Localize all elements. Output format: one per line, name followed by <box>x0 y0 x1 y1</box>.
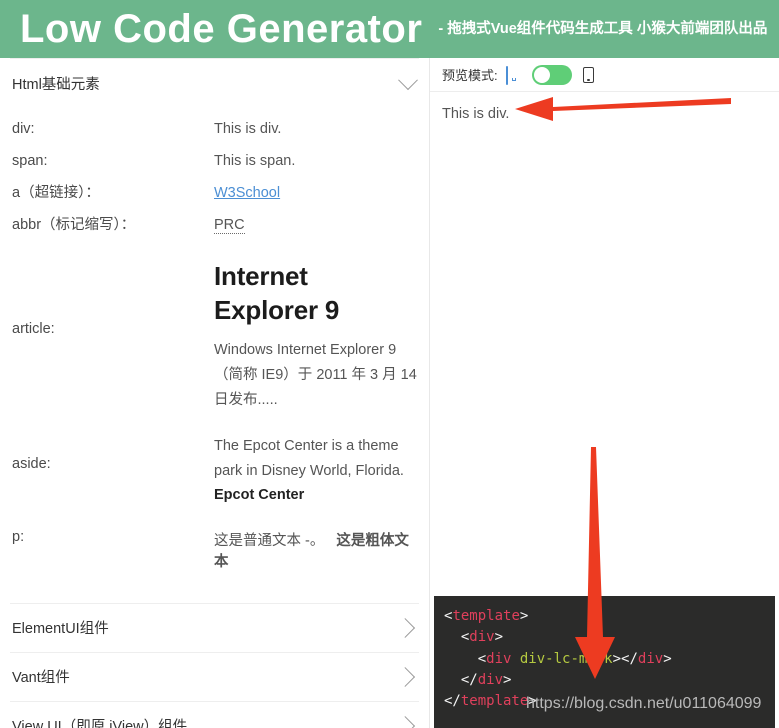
table-row: aside: The Epcot Center is a theme park … <box>0 434 429 506</box>
row-label-div: div: <box>12 121 35 137</box>
article-body: Windows Internet Explorer 9（简称 IE9）于 201… <box>214 341 417 408</box>
watermark-url: https://blog.csdn.net/u011064099 <box>526 695 762 712</box>
accordion-header-html-basics[interactable]: Html基础元素 <box>0 59 429 107</box>
preview-mode-toolbar: 预览模式: <box>430 58 779 92</box>
preview-canvas[interactable]: This is div. <box>430 92 779 136</box>
row-label-span: span: <box>12 153 48 169</box>
preview-mode-toggle[interactable] <box>531 64 572 85</box>
table-row: article: Internet Explorer 9 Windows Int… <box>0 259 429 412</box>
code-line: </div> <box>460 671 512 688</box>
chevron-right-icon[interactable] <box>395 715 416 728</box>
accordion-label-vant: Vant组件 <box>12 670 70 687</box>
aside-bold-text: Epcot Center <box>214 486 305 503</box>
row-label-article: article: <box>12 321 55 337</box>
app-header: Low Code Generator - 拖拽式Vue组件代码生成工具 小猴大前… <box>0 0 779 58</box>
page-subtitle: - 拖拽式Vue组件代码生成工具 小猴大前端团队出品 <box>438 20 768 37</box>
row-value-aside: The Epcot Center is a theme park in Disn… <box>214 434 417 506</box>
chevron-down-icon[interactable] <box>398 70 418 91</box>
table-row: div: This is div. <box>0 113 429 145</box>
row-label-anchor: a（超链接）： <box>12 185 100 201</box>
html-basics-rows: div: This is div. span: This is span. a（… <box>0 107 429 581</box>
row-value-div: This is div. <box>214 121 282 137</box>
chevron-right-icon[interactable] <box>395 617 416 638</box>
code-line: <template> <box>444 608 529 624</box>
row-value-span: This is span. <box>214 153 296 169</box>
table-row: p: 这是普通文本 -。 这是粗体文本 <box>0 529 429 571</box>
component-library-panel: Html基础元素 div: This is div. span: This is… <box>0 58 430 728</box>
mobile-icon[interactable] <box>582 66 594 83</box>
row-value-article: Internet Explorer 9 Windows Internet Exp… <box>214 259 417 412</box>
app-root: Low Code Generator - 拖拽式Vue组件代码生成工具 小猴大前… <box>0 0 779 728</box>
table-row: span: This is span. <box>0 145 429 177</box>
w3school-link[interactable]: W3School <box>214 185 280 201</box>
abbr-text: PRC <box>214 217 245 234</box>
aside-body: The Epcot Center is a theme park in Disn… <box>214 438 404 479</box>
preview-mode-label: 预览模式: <box>442 68 498 83</box>
row-label-abbr: abbr（标记缩写）： <box>12 217 136 233</box>
monitor-icon[interactable] <box>505 66 523 85</box>
row-value-p: 这是普通文本 -。 这是粗体文本 <box>214 529 417 571</box>
code-line: <div div-lc-mark></div> <box>477 650 672 667</box>
row-value-anchor: W3School <box>214 177 417 209</box>
monitor-stand <box>511 78 516 81</box>
chevron-right-icon[interactable] <box>395 666 416 687</box>
row-label-aside: aside: <box>12 456 51 473</box>
article-heading: Internet Explorer 9 <box>214 261 340 326</box>
accordion-label-viewui: View UI（即原 iView）组件 <box>12 719 188 728</box>
code-line: <div> <box>460 629 504 646</box>
page-title: Low Code Generator <box>20 7 423 51</box>
accordion-header-vant[interactable]: Vant组件 <box>0 653 429 701</box>
monitor-screen <box>505 66 508 85</box>
accordion-label-html-basics: Html基础元素 <box>12 76 100 93</box>
accordion-header-viewui[interactable]: View UI（即原 iView）组件 <box>0 702 429 728</box>
p-normal-text: 这是普通文本 -。 <box>214 532 325 549</box>
table-row: a（超链接）： W3School <box>0 177 429 209</box>
row-label-p: p: <box>12 528 25 545</box>
table-row: abbr（标记缩写）： PRC <box>0 209 429 241</box>
toggle-knob <box>533 66 550 83</box>
preview-div-text: This is div. <box>442 106 510 122</box>
row-value-abbr: PRC <box>214 209 417 241</box>
accordion-label-elementui: ElementUI组件 <box>12 621 109 638</box>
accordion-header-elementui[interactable]: ElementUI组件 <box>0 604 429 652</box>
preview-panel: 预览模式: This is div. <template> <div> <div… <box>430 58 779 728</box>
